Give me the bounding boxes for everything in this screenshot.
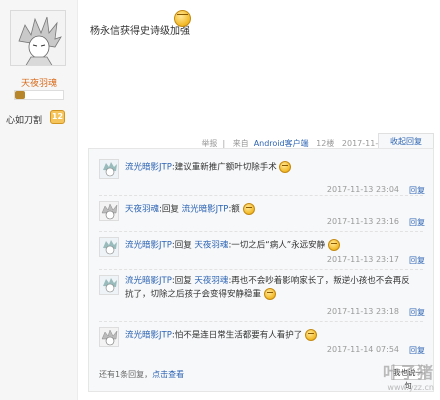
watermark-brand: 叶子猪 bbox=[382, 363, 434, 382]
divider bbox=[99, 231, 423, 232]
reply-time: 2017-11-13 23:18 bbox=[326, 307, 399, 316]
reply-list: 流光暗影JTP:建议重新推广额叶切除手术 2017-11-13 23:04 回复… bbox=[88, 148, 434, 392]
honor-label: 心如刀割 bbox=[6, 116, 43, 126]
level-bar bbox=[14, 90, 64, 100]
collapse-replies-button[interactable]: 收起回复 bbox=[378, 133, 434, 149]
reply-username[interactable]: 流光暗影JTP bbox=[125, 163, 172, 173]
reply-text: 怕不是连日常生活都要有人看护了 bbox=[174, 330, 303, 341]
reply-username[interactable]: 流光暗影JTP bbox=[125, 276, 172, 286]
reply-link[interactable]: 回复 bbox=[409, 307, 425, 318]
more-replies-text: 还有1条回复， bbox=[99, 370, 153, 379]
author-sidebar: 天夜羽魂 心如刀割 12 bbox=[0, 0, 78, 400]
smiley-emoji-icon bbox=[304, 329, 317, 341]
honor-level-badge: 12 bbox=[50, 110, 65, 124]
list-item: 流光暗影JTP:建议重新推广额叶切除手术 2017-11-13 23:04 回复 bbox=[89, 157, 433, 197]
floor-label: 12楼 bbox=[316, 139, 335, 148]
list-item: 流光暗影JTP:回复 天夜羽魂:再也不会吵着影响家长了，叛逆小孩也不会再反抗了，… bbox=[89, 273, 433, 323]
divider bbox=[99, 321, 423, 322]
reply-time: 2017-11-13 23:04 bbox=[326, 185, 399, 194]
show-more-link[interactable]: 点击查看 bbox=[152, 370, 184, 379]
author-avatar[interactable] bbox=[10, 10, 66, 66]
smiley-emoji-icon bbox=[327, 239, 340, 251]
avatar[interactable] bbox=[99, 275, 119, 295]
level-icon bbox=[15, 91, 25, 99]
divider bbox=[99, 269, 423, 270]
reply-time: 2017-11-14 07:54 bbox=[326, 345, 399, 354]
reply-target[interactable]: 天夜羽魂 bbox=[194, 276, 228, 286]
reply-text: 建议重新推广额叶切除手术 bbox=[174, 162, 277, 173]
reply-target[interactable]: 流光暗影JTP bbox=[182, 205, 229, 215]
post-content: 杨永信获得史诗级加强 bbox=[90, 26, 190, 37]
smiley-emoji-icon bbox=[279, 161, 292, 173]
reply-time: 2017-11-13 23:16 bbox=[326, 217, 399, 226]
smiley-emoji-icon bbox=[174, 10, 191, 27]
reply-prefix: 回复 bbox=[174, 240, 192, 251]
reply-prefix: 回复 bbox=[161, 204, 179, 215]
reply-username[interactable]: 流光暗影JTP bbox=[125, 241, 172, 251]
smiley-emoji-icon bbox=[242, 203, 255, 215]
reply-link[interactable]: 回复 bbox=[409, 345, 425, 356]
source-label: 来自 Android客户端 bbox=[232, 139, 309, 148]
watermark-url: www.yzz.cn bbox=[387, 383, 434, 392]
reply-prefix: 回复 bbox=[174, 276, 192, 286]
reply-link[interactable]: 回复 bbox=[409, 217, 425, 228]
author-name[interactable]: 天夜羽魂 bbox=[0, 76, 78, 89]
smiley-emoji-icon bbox=[263, 288, 276, 300]
more-replies: 还有1条回复，点击查看 bbox=[99, 369, 184, 380]
reply-link[interactable]: 回复 bbox=[409, 255, 425, 266]
avatar[interactable] bbox=[99, 201, 119, 221]
list-item: 天夜羽魂:回复 流光暗影JTP:额 2017-11-13 23:16 回复 bbox=[89, 199, 433, 239]
reply-username[interactable]: 天夜羽魂 bbox=[125, 205, 159, 215]
avatar[interactable] bbox=[99, 159, 119, 179]
reply-target[interactable]: 天夜羽魂 bbox=[194, 241, 228, 251]
avatar[interactable] bbox=[99, 327, 119, 347]
reply-time: 2017-11-13 23:17 bbox=[326, 255, 399, 264]
reply-text: :额 bbox=[228, 204, 240, 215]
reply-text: :一切之后“病人”永远安静 bbox=[228, 240, 326, 251]
client-link[interactable]: Android客户端 bbox=[254, 139, 309, 148]
divider bbox=[99, 195, 423, 196]
report-link[interactable]: 举报 bbox=[201, 139, 217, 148]
site-watermark: 叶子猪 www.yzz.cn bbox=[383, 359, 434, 392]
list-item: 流光暗影JTP:怕不是连日常生活都要有人看护了 2017-11-14 07:54… bbox=[89, 325, 433, 361]
reply-username[interactable]: 流光暗影JTP bbox=[125, 331, 172, 341]
avatar[interactable] bbox=[99, 237, 119, 257]
